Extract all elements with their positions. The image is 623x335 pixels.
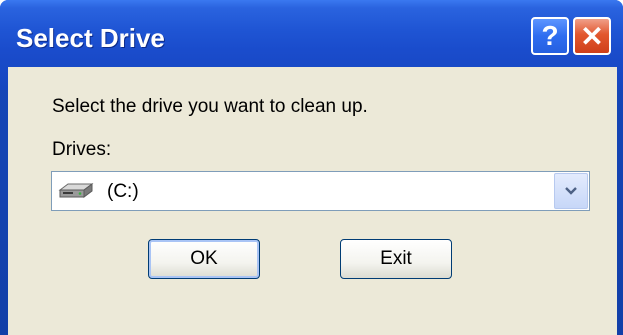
drives-dropdown[interactable]: (C:) — [51, 171, 590, 211]
ok-button[interactable]: OK — [148, 239, 260, 279]
chevron-down-icon — [565, 187, 577, 195]
dialog-body: Select the drive you want to clean up. D… — [8, 67, 617, 335]
select-drive-window: Select Drive ? ✕ Select the drive you wa… — [0, 0, 623, 335]
exit-button[interactable]: Exit — [340, 239, 452, 279]
selected-drive: (C:) — [107, 181, 139, 202]
help-icon: ? — [541, 20, 559, 51]
help-button[interactable]: ? — [531, 17, 569, 55]
close-icon: ✕ — [580, 20, 604, 52]
instruction-text: Select the drive you want to clean up. — [52, 96, 368, 117]
window-title: Select Drive — [16, 23, 165, 53]
hard-drive-icon — [58, 183, 94, 198]
dropdown-button[interactable] — [554, 173, 588, 209]
drives-label: Drives: — [52, 139, 112, 160]
close-button[interactable]: ✕ — [573, 17, 611, 55]
